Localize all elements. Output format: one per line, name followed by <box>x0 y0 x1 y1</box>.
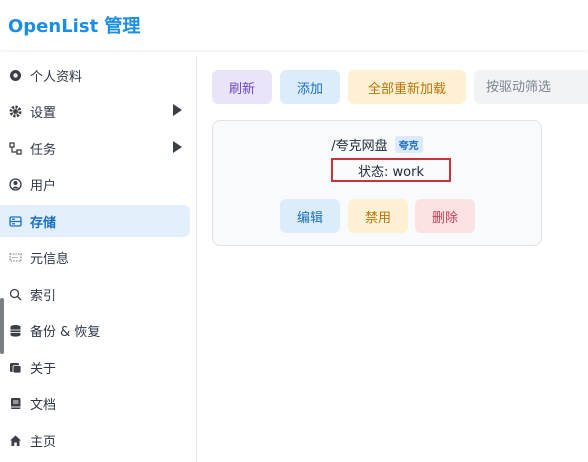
user-circle-icon <box>8 177 22 191</box>
driver-badge: 夸克 <box>394 136 423 153</box>
top-header: OpenList 管理 <box>0 0 588 50</box>
sidebar-item-index[interactable]: 索引 <box>0 278 190 310</box>
sidebar-item-docs[interactable]: 文档 <box>0 387 190 419</box>
sidebar-item-label: 主页 <box>30 434 57 450</box>
gear-icon <box>8 104 22 118</box>
sidebar-item-backup-restore[interactable]: 备份 & 恢复 <box>0 314 190 346</box>
sidebar-item-label: 设置 <box>30 105 57 121</box>
sidebar-item-label: 索引 <box>30 288 57 304</box>
book-icon <box>8 396 22 410</box>
sidebar-item-settings[interactable]: 设置 <box>0 95 190 127</box>
refresh-button[interactable]: 刷新 <box>212 70 272 104</box>
sidebar-item-label: 存储 <box>30 215 57 231</box>
storage-mount-path: /夸克网盘 <box>331 139 388 154</box>
storage-header: /夸克网盘 夸克 <box>213 135 541 154</box>
driver-filter-input[interactable] <box>474 70 588 104</box>
delete-button[interactable]: 删除 <box>415 199 475 233</box>
app-title[interactable]: OpenList 管理 <box>8 12 140 38</box>
sidebar-item-users[interactable]: 用户 <box>0 168 190 200</box>
sidebar-item-label: 个人资料 <box>30 69 83 85</box>
storage-card: /夸克网盘 夸克 状态: work 编辑 禁用 删除 <box>212 120 542 246</box>
sidebar-item-label: 关于 <box>30 361 57 377</box>
home-icon <box>8 433 22 447</box>
flow-icon <box>8 141 22 155</box>
sidebar-item-tasks[interactable]: 任务 <box>0 132 190 164</box>
sidebar-item-label: 用户 <box>30 178 57 194</box>
search-icon <box>8 287 22 301</box>
edit-button[interactable]: 编辑 <box>280 199 340 233</box>
add-button[interactable]: 添加 <box>280 70 340 104</box>
info-box-icon <box>8 360 22 374</box>
gear-badge-icon <box>8 68 22 82</box>
meta-icon <box>8 250 22 264</box>
chevron-right-icon[interactable] <box>173 141 182 153</box>
sidebar-item-label: 文档 <box>30 397 57 413</box>
sidebar-item-label: 元信息 <box>30 251 70 267</box>
storage-icon <box>8 214 22 228</box>
database-icon <box>8 323 22 337</box>
sidebar-item-label: 备份 & 恢复 <box>30 324 101 340</box>
sidebar-item-home[interactable]: 主页 <box>0 424 190 456</box>
sidebar-item-about[interactable]: 关于 <box>0 351 190 383</box>
sidebar-item-label: 任务 <box>30 142 57 158</box>
sidebar-item-meta[interactable]: 元信息 <box>0 241 190 273</box>
sidebar: 个人资料 设置 任务 用户 存储 元信息 索引 备份 & 恢复 关于 文档 主页 <box>0 56 197 462</box>
chevron-right-icon[interactable] <box>173 104 182 116</box>
disable-button[interactable]: 禁用 <box>348 199 408 233</box>
sidebar-item-profile[interactable]: 个人资料 <box>0 59 190 91</box>
reload-all-button[interactable]: 全部重新加载 <box>348 70 466 104</box>
sidebar-item-storage[interactable]: 存储 <box>0 205 190 237</box>
storage-status: 状态: work <box>331 158 451 182</box>
